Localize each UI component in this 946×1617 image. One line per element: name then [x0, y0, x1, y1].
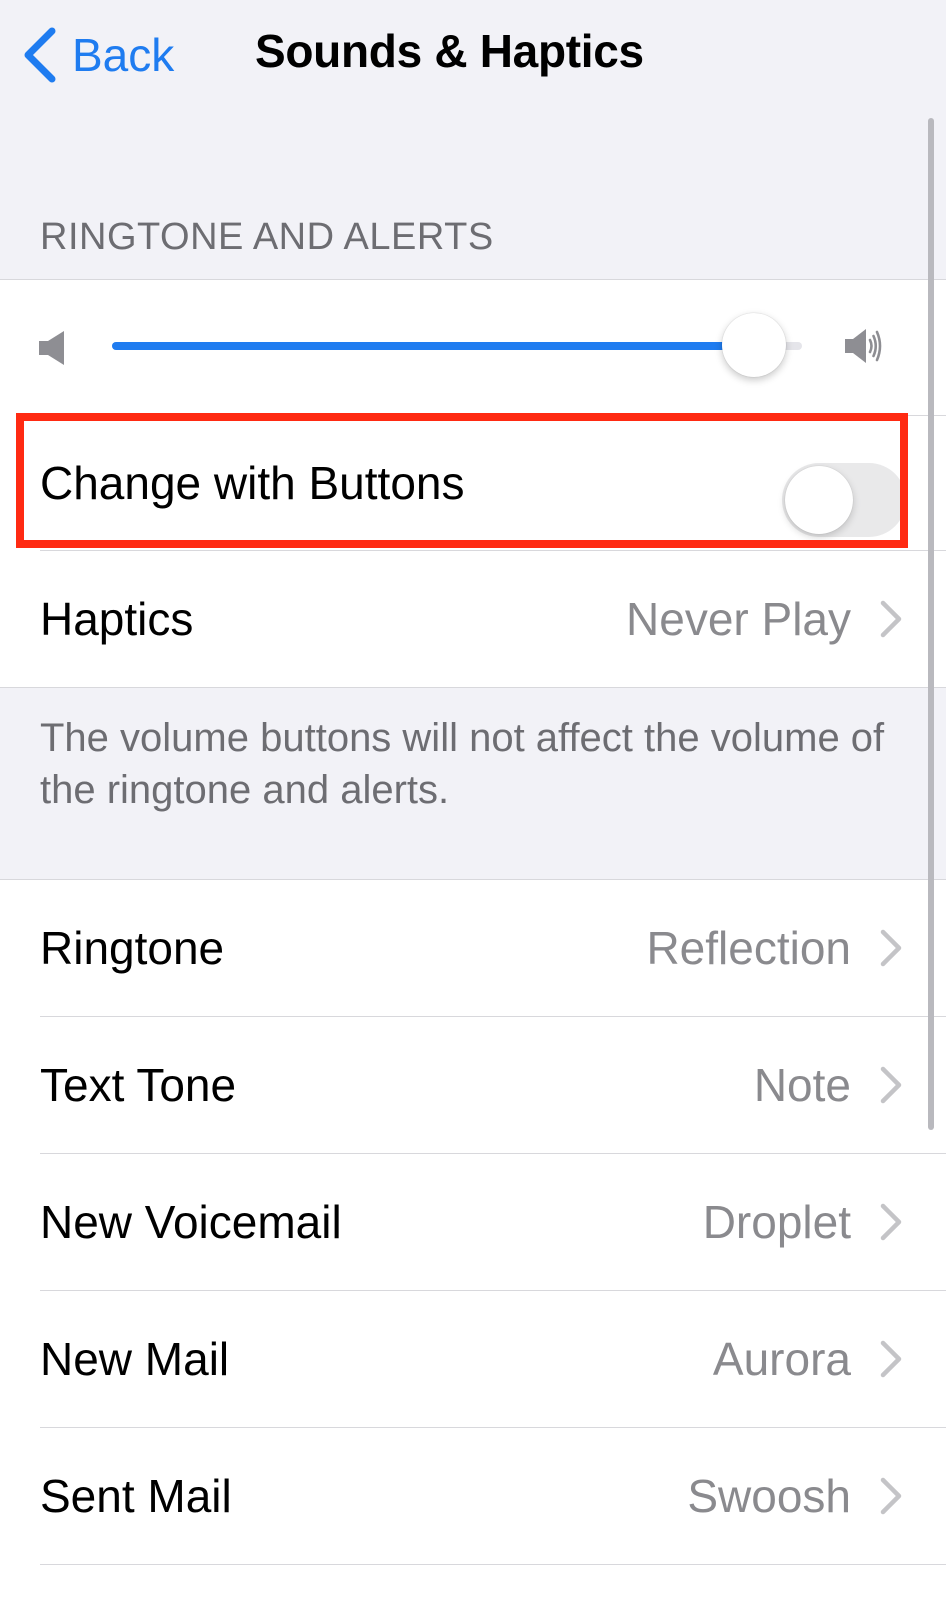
chevron-right-icon	[880, 1340, 902, 1378]
ringtone-value: Reflection	[646, 922, 851, 974]
volume-slider[interactable]	[112, 313, 802, 377]
new-mail-value: Aurora	[712, 1333, 851, 1385]
back-button[interactable]: Back	[22, 20, 174, 90]
sent-mail-label: Sent Mail	[40, 1470, 232, 1522]
change-with-buttons-row: Change with Buttons	[0, 415, 946, 550]
sent-mail-value: Swoosh	[687, 1470, 851, 1522]
back-label: Back	[72, 29, 175, 81]
chevron-right-icon	[880, 1203, 902, 1241]
chevron-right-icon	[880, 1477, 902, 1515]
section-footer-text: The volume buttons will not affect the v…	[40, 716, 885, 812]
ringtone-row[interactable]: Ringtone Reflection	[0, 880, 946, 1016]
new-mail-row[interactable]: New Mail Aurora	[0, 1291, 946, 1427]
new-voicemail-label: New Voicemail	[40, 1196, 342, 1248]
haptics-row[interactable]: Haptics Never Play	[0, 551, 946, 687]
scroll-indicator[interactable]	[928, 118, 934, 1130]
volume-slider-row	[0, 280, 946, 415]
volume-slider-thumb[interactable]	[721, 313, 786, 377]
section-header: RINGTONE AND ALERTS	[40, 216, 494, 258]
sent-mail-row[interactable]: Sent Mail Swoosh	[0, 1428, 946, 1564]
text-tone-row[interactable]: Text Tone Note	[0, 1017, 946, 1153]
chevron-right-icon	[880, 600, 902, 638]
change-with-buttons-label: Change with Buttons	[40, 456, 465, 509]
volume-slider-fill	[112, 342, 754, 350]
ringtone-label: Ringtone	[40, 922, 225, 974]
text-tone-label: Text Tone	[40, 1059, 237, 1111]
haptics-label: Haptics	[40, 593, 194, 645]
new-mail-label: New Mail	[40, 1333, 230, 1385]
chevron-left-icon	[24, 27, 56, 83]
chevron-right-icon	[880, 1066, 902, 1104]
ringtone-alerts-group: Change with Buttons Haptics Never Play	[0, 279, 946, 688]
navigation-bar: Back Sounds & Haptics	[0, 0, 946, 110]
speaker-high-icon	[845, 329, 882, 363]
haptics-value: Never Play	[626, 593, 851, 645]
chevron-right-icon	[880, 929, 902, 967]
new-voicemail-row[interactable]: New Voicemail Droplet	[0, 1154, 946, 1290]
separator	[40, 1564, 946, 1565]
text-tone-value: Note	[753, 1059, 851, 1111]
speaker-low-icon	[39, 331, 64, 365]
tones-group: Ringtone Reflection Text Tone Note New V…	[0, 879, 946, 1617]
page-title: Sounds & Haptics	[255, 25, 644, 77]
toggle-knob	[785, 466, 853, 534]
new-voicemail-value: Droplet	[702, 1196, 851, 1248]
change-with-buttons-toggle[interactable]	[782, 463, 906, 537]
